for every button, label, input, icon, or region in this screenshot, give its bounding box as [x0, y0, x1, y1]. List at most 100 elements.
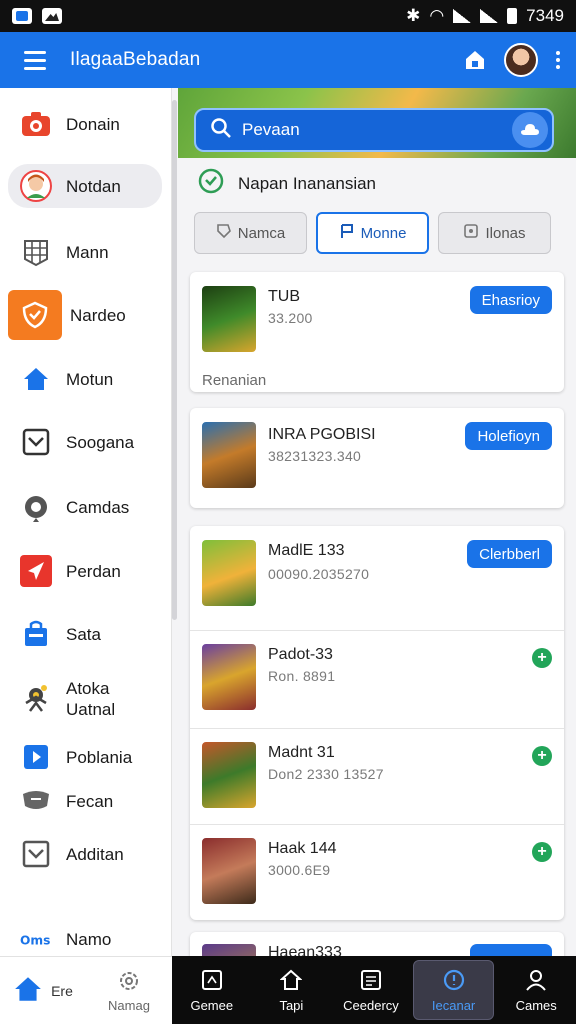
- sidebar-item-label: Camdas: [66, 497, 130, 517]
- sidebar-item-donain[interactable]: Donain: [8, 108, 162, 140]
- sidebar-item-nardeo[interactable]: Nardeo: [8, 290, 162, 340]
- sidebar-item-perdan[interactable]: Perdan: [8, 555, 162, 587]
- sidebar-item-label: Additan: [66, 844, 124, 864]
- signal-icon: [453, 9, 472, 23]
- avatar-icon: [20, 170, 52, 202]
- home-icon: [20, 363, 52, 395]
- item-title: TUB: [268, 288, 300, 305]
- sidebar-item-soogana[interactable]: Soogana: [8, 426, 162, 458]
- nav-item-tapi[interactable]: Tapi: [252, 956, 332, 1024]
- list-group: MadlE 133 00090.2035270 Clerbberl Padot-…: [190, 526, 564, 920]
- sidebar-item-sata[interactable]: Sata: [8, 618, 162, 650]
- cloud-filter-icon[interactable]: [512, 112, 548, 148]
- tab-label: Ilonas: [485, 224, 526, 242]
- sidebar-item-poblania[interactable]: Poblania: [8, 741, 162, 773]
- tab-monne[interactable]: Monne: [316, 212, 429, 254]
- item-action-button[interactable]: [470, 944, 552, 956]
- settings-icon: [20, 491, 52, 523]
- home-icon: [279, 968, 303, 992]
- item-subtitle: 38231323.340: [268, 448, 362, 464]
- game-thumbnail: [202, 644, 256, 710]
- tab-ilonas[interactable]: Ilonas: [438, 212, 551, 254]
- sidebar-scrollbar[interactable]: [172, 100, 177, 620]
- game-thumbnail: [202, 422, 256, 488]
- sidebar-item-label: Atoka Uatnal: [66, 679, 116, 719]
- signal-icon-2: [480, 9, 499, 23]
- nav-item-gemee[interactable]: Gemee: [172, 956, 252, 1024]
- sidebar-item-label: Mann: [66, 242, 109, 262]
- sidebar-item-label: Notdan: [66, 176, 121, 196]
- menu-icon[interactable]: [0, 32, 70, 88]
- search-input[interactable]: Pevaan: [242, 120, 300, 140]
- item-action-button[interactable]: Holefioyn: [465, 422, 552, 450]
- sidebar-item-fecan[interactable]: Fecan: [8, 785, 162, 817]
- shield-icon: [8, 290, 62, 340]
- game-thumbnail: [202, 838, 256, 904]
- nav-label: Ceedercy: [343, 997, 399, 1013]
- tab-namca[interactable]: Namca: [194, 212, 307, 254]
- checkbox-icon: [20, 426, 52, 458]
- nav-item-cames[interactable]: Cames: [496, 956, 576, 1024]
- sidebar: Donain Notdan Mann Nardeo Motun Soogana: [0, 88, 172, 1024]
- game-thumbnail: [202, 540, 256, 606]
- list-item[interactable]: Haean333: [190, 932, 564, 956]
- item-title: Madnt 31: [268, 744, 335, 761]
- item-action-button[interactable]: Clerbberl: [467, 540, 552, 568]
- main-content: Pevaan Napan Inanansian Namca Monne Ilon…: [178, 88, 576, 956]
- home-icon: [13, 975, 43, 1006]
- search-bar[interactable]: Pevaan: [194, 108, 554, 152]
- sidebar-item-camdas[interactable]: Camdas: [8, 491, 162, 523]
- nav-label: Tapi: [279, 997, 304, 1013]
- sidebar-bottom-ere[interactable]: Ere: [0, 975, 86, 1006]
- item-action-button[interactable]: Ehasrioy: [469, 286, 552, 314]
- divider: [190, 824, 564, 825]
- avatar[interactable]: [504, 43, 538, 77]
- sidebar-item-notdan[interactable]: Notdan: [8, 164, 162, 208]
- send-icon: [20, 555, 52, 587]
- sidebar-item-namo[interactable]: Oms Namo: [8, 923, 162, 955]
- section-header: Napan Inanansian: [198, 168, 376, 199]
- sidebar-item-label: Motun: [66, 369, 114, 389]
- sidebar-item-additan[interactable]: Additan: [8, 838, 162, 870]
- game-thumbnail: [202, 286, 256, 352]
- wifi-icon: ◠: [429, 6, 445, 25]
- check-circle-icon[interactable]: +: [532, 746, 552, 766]
- camera-icon: [20, 108, 52, 140]
- list-item[interactable]: INRA PGOBISI 38231323.340 Holefioyn: [190, 408, 564, 508]
- item-title: MadlE 133: [268, 542, 345, 559]
- game-thumbnail: [202, 944, 256, 956]
- flag-icon: [339, 223, 355, 243]
- sidebar-item-label: Poblania: [66, 747, 133, 767]
- home-lock-icon[interactable]: [464, 49, 486, 71]
- item-title: INRA PGOBISI: [268, 426, 376, 443]
- gear-icon: [117, 969, 141, 996]
- sidebar-bottom-namag[interactable]: Namag: [86, 969, 172, 1013]
- sidebar-item-atoka[interactable]: Atoka Uatnal: [8, 678, 162, 720]
- status-bar: ✱ ◠ 7349: [0, 0, 576, 32]
- game-icon: [200, 968, 224, 992]
- list-item[interactable]: TUB 33.200 Ehasrioy Renanian: [190, 272, 564, 392]
- more-options-icon[interactable]: [556, 51, 560, 69]
- logo-icon: Oms: [20, 923, 52, 955]
- drone-icon: [20, 683, 52, 715]
- item-title: Haak 144: [268, 840, 337, 857]
- tab-label: Namca: [237, 224, 286, 242]
- item-subtitle: 3000.6E9: [268, 862, 331, 878]
- item-footer: Renanian: [202, 372, 267, 389]
- sidebar-item-label: Perdan: [66, 561, 121, 581]
- list-icon: [359, 968, 383, 992]
- gallery-notification-icon: [42, 8, 62, 24]
- nav-item-iecanar[interactable]: Iecanar: [412, 960, 495, 1020]
- battery-icon: [507, 8, 518, 24]
- check-circle-icon[interactable]: +: [532, 648, 552, 668]
- sidebar-item-mann[interactable]: Mann: [8, 236, 162, 268]
- bluetooth-icon: ✱: [406, 6, 421, 25]
- nav-item-ceedercy[interactable]: Ceedercy: [331, 956, 411, 1024]
- check-circle-icon[interactable]: +: [532, 842, 552, 862]
- sidebar-item-motun[interactable]: Motun: [8, 363, 162, 395]
- app-title: IlagaaBebadan: [70, 49, 201, 70]
- sidebar-item-label: Donain: [66, 114, 120, 134]
- sidebar-bottom-label: Namag: [108, 997, 150, 1013]
- divider: [190, 630, 564, 631]
- profile-icon: [524, 968, 548, 992]
